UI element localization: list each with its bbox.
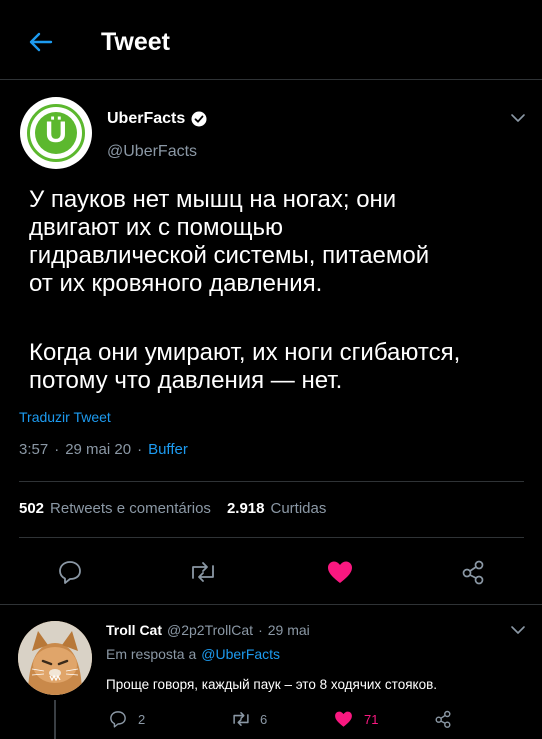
text-line: от их кровяного давления. <box>29 270 323 297</box>
separator-dot: · <box>258 622 263 638</box>
reply-author-name[interactable]: Troll Cat <box>106 622 162 638</box>
thread-line <box>54 700 56 739</box>
reply-reply-button[interactable]: 2 <box>108 709 145 729</box>
arrow-left-icon <box>29 32 53 52</box>
comment-icon <box>110 711 126 728</box>
reply-header: Troll Cat @2p2TrollCat · 29 mai <box>106 622 310 638</box>
heart-filled-icon <box>328 561 352 583</box>
retweet-icon <box>192 562 214 582</box>
reply-to-handle[interactable]: @UberFacts <box>201 646 280 662</box>
separator-dot: · <box>54 441 60 458</box>
comment-icon <box>59 561 81 584</box>
text-line: гидравлической системы, питаемой <box>29 242 430 269</box>
share-icon <box>435 710 451 728</box>
text-line: двигают их с помощью <box>29 214 284 241</box>
reply-date[interactable]: 29 mai <box>268 622 310 638</box>
reply-text: Проще говоря, каждый паук – это 8 ходячи… <box>106 677 438 692</box>
avatar-letter: Ü <box>45 116 67 149</box>
reply-count: 2 <box>138 711 146 727</box>
retweets-label: Retweets e comentários <box>50 500 211 517</box>
share-icon <box>462 560 484 585</box>
translate-tweet-link[interactable]: Traduzir Tweet <box>19 409 111 425</box>
author-name[interactable]: UberFacts <box>107 110 207 128</box>
likes-count: 2.918 <box>226 500 265 517</box>
verified-badge-icon <box>191 111 207 127</box>
reply-like-button[interactable]: 71 <box>333 709 378 729</box>
reply-to-label: Em resposta a <box>106 646 197 662</box>
reply-button[interactable] <box>56 558 84 586</box>
author-avatar[interactable]: Ü <box>20 97 92 169</box>
retweets-stat[interactable]: 502 Retweets e comentários <box>19 500 211 517</box>
reply-share-button[interactable] <box>432 709 454 729</box>
tweet-time: 3:57 <box>19 441 49 458</box>
author-name-text: UberFacts <box>107 110 186 127</box>
header-divider <box>0 79 542 80</box>
retweet-count: 6 <box>260 711 268 727</box>
likes-label: Curtidas <box>270 500 327 517</box>
retweet-icon <box>233 712 249 726</box>
back-button[interactable] <box>22 26 58 58</box>
like-button[interactable] <box>325 558 355 586</box>
actions-bottom-divider <box>0 604 542 605</box>
separator-dot: · <box>137 441 143 458</box>
avatar-inner: Ü <box>35 112 77 154</box>
tweet-date: 29 mai 20 <box>65 441 132 458</box>
text-line: потому что давления — нет. <box>29 367 343 394</box>
cat-avatar-icon <box>18 621 92 695</box>
chevron-down-icon <box>511 626 525 634</box>
retweet-button[interactable] <box>187 558 219 586</box>
heart-filled-icon <box>335 711 352 727</box>
reply-to-line: Em resposta a @UberFacts <box>106 646 280 662</box>
reply-retweet-button[interactable]: 6 <box>230 709 267 729</box>
tweet-source-link[interactable]: Buffer <box>148 441 188 458</box>
text-line: Когда они умирают, их ноги сгибаются, <box>29 339 461 366</box>
tweet-options-button[interactable] <box>506 108 530 128</box>
share-button[interactable] <box>458 558 488 586</box>
retweets-count: 502 <box>19 500 45 517</box>
tweet-text-paragraph-1: У пауков нет мышц на ногах; они двигают … <box>29 186 529 298</box>
page-title: Tweet <box>101 28 170 56</box>
likes-stat[interactable]: 2.918 Curtidas <box>227 500 326 517</box>
like-count: 71 <box>364 711 379 727</box>
stats-top-divider <box>19 481 524 482</box>
reply-author-handle[interactable]: @2p2TrollCat <box>167 622 253 638</box>
reply-author-avatar[interactable] <box>18 621 92 695</box>
reply-options-button[interactable] <box>506 620 530 640</box>
stats-bottom-divider <box>19 537 524 538</box>
tweet-metadata: 3:57 · 29 mai 20 · Buffer <box>19 441 188 458</box>
chevron-down-icon <box>511 114 525 122</box>
tweet-stats: 502 Retweets e comentários 2.918 Curtida… <box>19 500 326 517</box>
tweet-text-paragraph-2: Когда они умирают, их ноги сгибаются, по… <box>29 339 529 395</box>
author-handle[interactable]: @UberFacts <box>107 143 197 161</box>
text-line: У пауков нет мышц на ногах; они <box>29 186 397 213</box>
